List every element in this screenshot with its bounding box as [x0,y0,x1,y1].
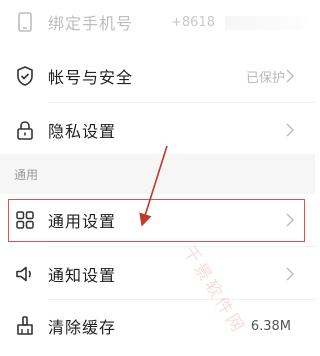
annotation-arrow [139,145,168,227]
